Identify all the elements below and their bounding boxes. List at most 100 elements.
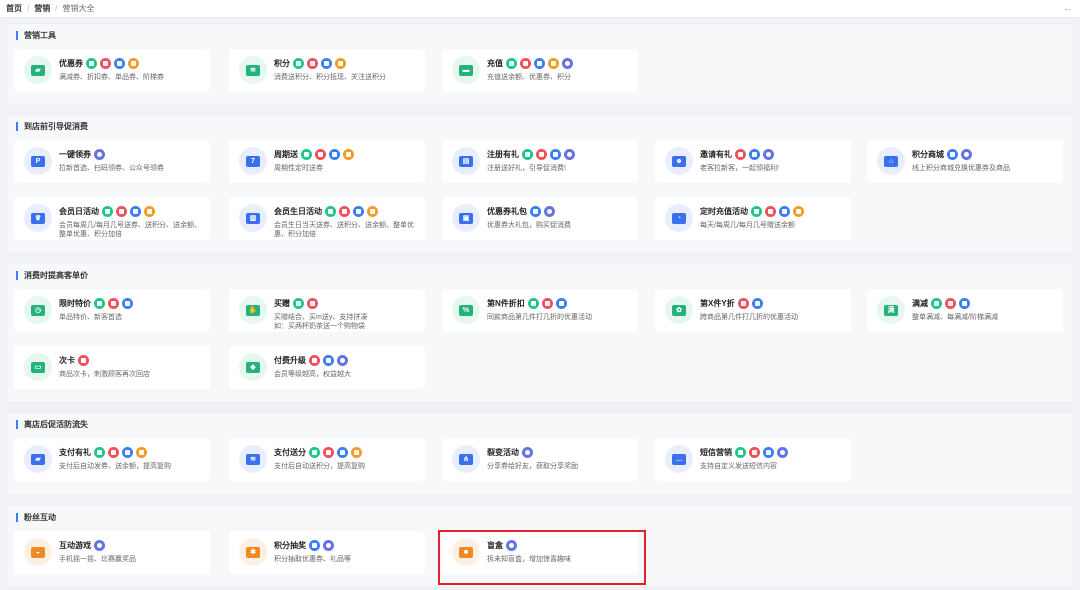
tool-card[interactable]: ▭ 次卡 商品次卡，刺激顾客再次回店 — [14, 346, 210, 389]
tool-card[interactable]: ◒ 互动游戏 手机摇一摇、比赛赢奖品 — [14, 531, 210, 574]
tool-card[interactable]: ✱ 积分抽奖 积分抽取优惠券、礼品等 — [229, 531, 425, 574]
channel-badge-icon — [548, 58, 559, 69]
tool-card[interactable]: ⌂ 积分商城 线上积分商城兑换优惠券及商品 — [867, 140, 1063, 183]
calendar-icon: 7 — [239, 147, 267, 175]
tool-card[interactable]: ☻ 邀请有礼 老客拉新客，一起领福利! — [655, 140, 851, 183]
card-description: 商品次卡，刺激顾客再次回店 — [59, 371, 150, 378]
channel-badge-icon — [530, 206, 541, 217]
channel-badge-icon — [367, 206, 378, 217]
icon-glyph: ▤ — [459, 155, 473, 167]
card-title: 第N件折扣 — [487, 299, 525, 308]
card-title: 积分抽奖 — [274, 541, 306, 550]
card-header: 优惠券礼包 — [487, 206, 558, 217]
tool-card[interactable]: 满 满减 整单满减、每满减/阶梯满减 — [867, 289, 1063, 332]
breadcrumb-marketing[interactable]: 营销 — [34, 3, 50, 14]
tool-card[interactable]: ✿ 第X件Y折 跨商品第几件打几折的优惠活动 — [655, 289, 851, 332]
card-header: 积分商城 — [912, 149, 975, 160]
channel-badge-icon — [763, 149, 774, 160]
channel-badge-icon — [307, 58, 318, 69]
card-header: 买赠 — [274, 298, 321, 309]
tool-card[interactable]: ▰ 优惠券 满减券、折扣券、单品券、阶梯券 — [14, 49, 210, 92]
icon-glyph: ≋ — [246, 64, 260, 76]
channel-badge-icon — [550, 149, 561, 160]
channel-badge-icon — [562, 58, 573, 69]
channel-badge-icon — [737, 298, 749, 309]
tool-card[interactable]: ◆ 付费升级 会员等级越高，权益越大 — [229, 346, 425, 389]
tool-card[interactable]: ✋ 买赠 买赠结合、买m送y、支持拼凑 如：买两杯奶茶送一个购物袋 — [229, 289, 425, 332]
icon-glyph: 7 — [246, 155, 260, 167]
channel-badge-icon — [128, 58, 139, 69]
channel-badge-icon — [751, 298, 763, 309]
channel-badge-icon — [763, 447, 774, 458]
icon-glyph: ♛ — [31, 212, 45, 224]
hand-gift-icon: ✋ — [239, 296, 267, 324]
breadcrumb-current: 营销大全 — [62, 4, 95, 13]
store-icon: ⌂ — [877, 147, 905, 175]
card-description: 注册送好礼，引导促消费! — [487, 165, 566, 172]
channel-badge-icon — [293, 298, 304, 309]
card-header: 支付送分 — [274, 447, 365, 458]
card-header: 互动游戏 — [59, 540, 108, 551]
card-description: 会员等级越高，权益越大 — [274, 371, 351, 378]
card-description: 跨商品第几件打几折的优惠活动 — [700, 314, 798, 321]
icon-glyph: ✋ — [246, 304, 260, 316]
card-header: 一键领券 — [59, 149, 108, 160]
card-title: 优惠券礼包 — [487, 207, 527, 216]
card-description: 支付后自动发券、送余额，提高复购 — [59, 463, 171, 470]
channel-badge-icon — [777, 447, 788, 458]
tool-card[interactable]: ▣ 优惠券礼包 优惠券大礼包，购买促消费 — [442, 197, 638, 240]
tool-card[interactable]: ⋔ 裂变活动 分享券给好友，获取分享奖励 — [442, 438, 638, 481]
channel-badge-icon — [108, 298, 119, 309]
channel-badge-icon — [108, 447, 119, 458]
card-description: 老客拉新客，一起领福利! — [700, 165, 779, 172]
card-header: 支付有礼 — [59, 447, 150, 458]
crown-icon: ♛ — [24, 204, 52, 232]
channel-badge-icon — [343, 149, 354, 160]
tool-card[interactable]: ≋ 积分 消费送积分、积分抵现、关注送积分 — [229, 49, 425, 92]
card-header: 充值 — [487, 58, 576, 69]
card-header: 定时充值活动 — [700, 206, 807, 217]
tool-card[interactable]: ▥ 会员生日活动 会员生日当天送券、送积分、送余额、整单优惠、积分加倍 — [229, 197, 425, 240]
icon-glyph: ◷ — [31, 304, 45, 316]
channel-badge-icon — [945, 298, 956, 309]
upgrade-icon: ◆ — [239, 353, 267, 381]
channel-badge-icon — [78, 355, 89, 366]
tool-card[interactable]: ◷ 限时特价 单品特价、新客首选 — [14, 289, 210, 332]
tool-card[interactable]: ▤ 注册有礼 注册送好礼，引导促消费! — [442, 140, 638, 183]
breadcrumb-home[interactable]: 首页 — [6, 3, 22, 14]
tool-card[interactable]: 7 周期送 周期性定时送券 — [229, 140, 425, 183]
tool-card[interactable]: ♛ 会员日活动 会员每周几/每月几号送券、送积分、送余额、整单优惠、积分加倍 — [14, 197, 210, 240]
ticket-icon: ▰ — [24, 56, 52, 84]
tool-card[interactable]: ▰ 支付有礼支付后自动发券、送余额，提高复购 — [14, 438, 210, 481]
card-description: 每天/每周几/每月几号赠送余额 — [700, 222, 795, 229]
card-title: 定时充值活动 — [700, 207, 748, 216]
card-title: 裂变活动 — [487, 448, 519, 457]
tool-card[interactable]: … 短信营销 支持自定义发送短信内容 — [655, 438, 851, 481]
card-title: 会员日活动 — [59, 207, 99, 216]
tool-card[interactable]: ◔ 定时充值活动 每天/每周几/每月几号赠送余额 — [655, 197, 851, 240]
tool-card[interactable]: % 第N件折扣 同款商品第几件打几折的优惠活动 — [442, 289, 638, 332]
share-icon: ⋔ — [452, 445, 480, 473]
channel-badge-icon — [536, 149, 547, 160]
card-title: 支付有礼 — [59, 448, 91, 457]
card-header: 邀请有礼 — [700, 149, 777, 160]
breadcrumb-sep: / — [27, 4, 30, 13]
channel-badge-icon — [130, 206, 141, 217]
card-title: 邀请有礼 — [700, 150, 732, 159]
tool-card[interactable]: ≋ 支付送分 支付后自动送积分，提高复购 — [229, 438, 425, 481]
card-title: 充值 — [487, 59, 503, 68]
tool-card[interactable]: ▬ 充值 充值送余额、优惠券、积分 — [442, 49, 638, 92]
channel-badge-icon — [735, 447, 746, 458]
tool-card[interactable]: P 一键领券 拉新首选、扫码领券、公众号领券 — [14, 140, 210, 183]
card-header: 次卡 — [59, 355, 92, 366]
section-1: 到店前引导促消费 P 一键领券 拉新首选、扫码领券、公众号领券 7 周期送 周期性定时送券 ▤… — [6, 114, 1074, 254]
lottery-icon: ✱ — [239, 538, 267, 566]
back-arrow-icon[interactable]: ← — [1063, 3, 1072, 13]
pay-gift-icon: ▰ — [24, 445, 52, 473]
card-title: 互动游戏 — [59, 541, 91, 550]
gift-pack-icon: ▣ — [452, 204, 480, 232]
icon-glyph: ▰ — [31, 453, 45, 465]
register-icon: ▤ — [452, 147, 480, 175]
channel-badge-icon — [102, 206, 113, 217]
badge-discount-icon: ✿ — [665, 296, 693, 324]
